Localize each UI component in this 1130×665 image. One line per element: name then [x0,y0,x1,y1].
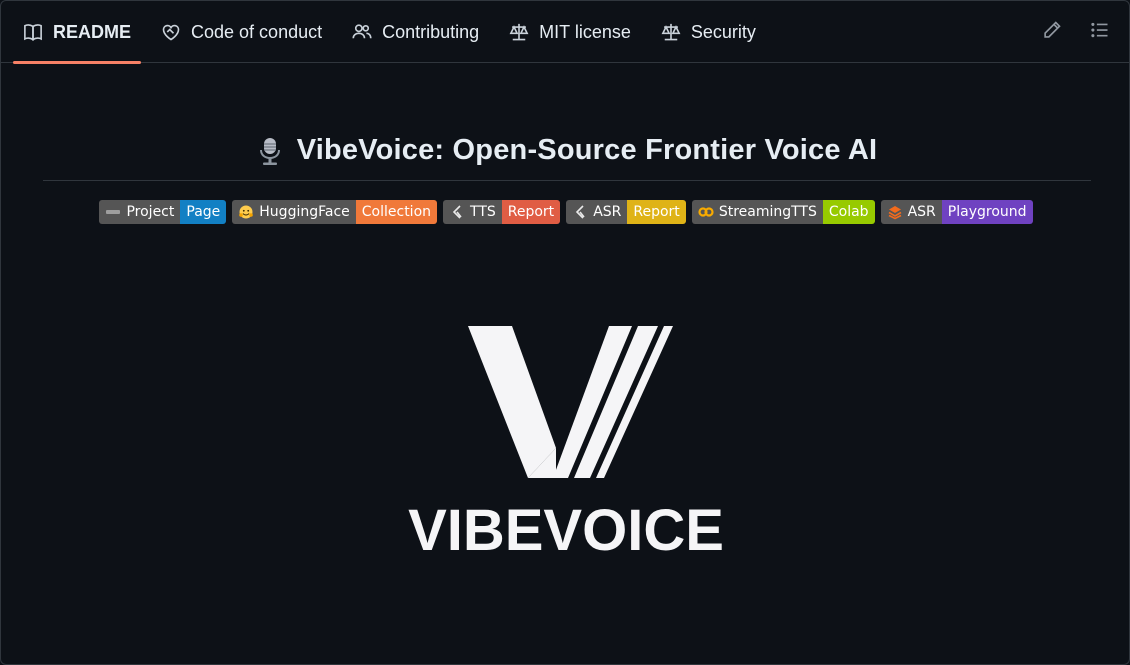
badge-message: Report [501,200,561,224]
badge-asr-report[interactable]: ASR Report [566,200,686,224]
badge-label: HuggingFace [259,204,350,220]
readme-heading: VibeVoice: Open-Source Frontier Voice AI [43,129,1091,181]
badge-message: Playground [941,200,1033,224]
badge-message: Colab [822,200,875,224]
tab-mit-license[interactable]: MIT license [499,1,641,63]
badge-label: ASR [593,204,622,220]
tab-contributing[interactable]: Contributing [342,1,489,63]
list-unordered-icon [1090,20,1110,45]
people-icon [352,22,372,42]
pencil-icon [1042,20,1062,45]
law-icon [509,22,529,42]
edit-file-button[interactable] [1041,20,1063,45]
badge-label: StreamingTTS [718,204,817,220]
heart-handshake-icon [161,22,181,42]
stack-icon [887,204,903,220]
badge-label: ASR [907,204,936,220]
book-icon [23,22,43,42]
badge-label: Project [126,204,175,220]
badge-project-page[interactable]: Project Page [99,200,227,224]
page-title: VibeVoice: Open-Source Frontier Voice AI [296,134,878,166]
badge-message: Collection [355,200,438,224]
badge-tts-report[interactable]: TTS Report [443,200,561,224]
logo-wordmark: VIBEVOICE [408,498,724,558]
readme-panel: README Code of conduct Contributing MIT … [0,0,1130,665]
badge-label: TTS [470,204,496,220]
hugging-face-icon [238,204,254,220]
tab-code-of-conduct[interactable]: Code of conduct [151,1,332,63]
tab-security-label: Security [690,21,756,42]
tab-readme[interactable]: README [13,1,142,64]
tab-security[interactable]: Security [651,1,766,63]
tab-readme-label: README [53,21,132,42]
badge-message: Page [180,200,227,224]
arxiv-icon [572,204,588,220]
readme-actions [1041,1,1121,63]
tab-list: README Code of conduct Contributing MIT … [13,1,776,64]
badge-row: Project Page HuggingFace Collection TTS … [1,200,1129,226]
outline-button[interactable] [1089,21,1111,43]
readme-content: VibeVoice: Open-Source Frontier Voice AI… [1,63,1129,664]
badge-streamingtts-colab[interactable]: StreamingTTS Colab [691,200,875,224]
studio-microphone-icon [257,136,283,166]
project-logo-icon [105,204,121,220]
tab-contributing-label: Contributing [382,21,480,42]
vibevoice-logo: VIBEVOICE [406,318,726,563]
colab-icon [698,204,714,220]
law-icon [661,22,681,42]
badge-message: Report [627,200,686,224]
tab-code-of-conduct-label: Code of conduct [191,21,323,42]
badge-asr-playground[interactable]: ASR Playground [880,200,1033,224]
arxiv-icon [449,204,465,220]
tab-mit-license-label: MIT license [539,21,631,42]
badge-huggingface-collection[interactable]: HuggingFace Collection [232,200,438,224]
readme-tab-bar: README Code of conduct Contributing MIT … [1,1,1129,64]
